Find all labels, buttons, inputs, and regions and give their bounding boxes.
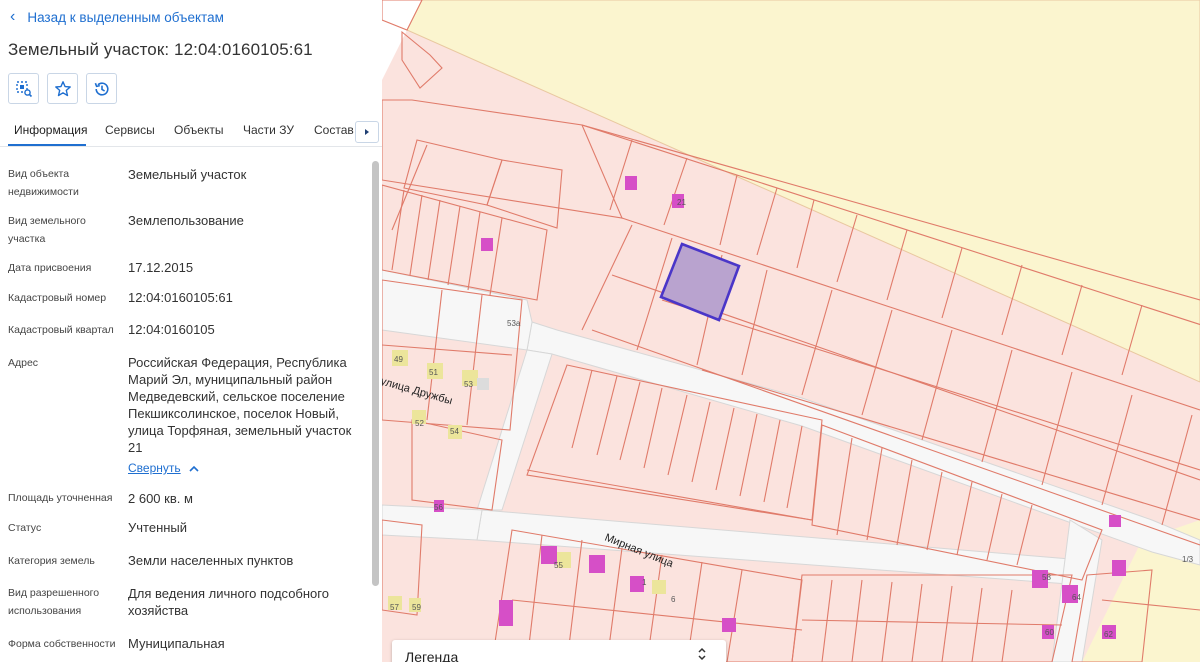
attr-label-area: Площадь уточненная — [8, 492, 113, 504]
toolbar — [8, 73, 117, 104]
svg-text:58: 58 — [1042, 573, 1051, 582]
object-info-panel: ‹ Назад к выделенным объектам Земельный … — [0, 0, 382, 662]
svg-text:56: 56 — [434, 503, 443, 512]
history-button[interactable] — [86, 73, 117, 104]
attr-value-parcel-type: Землепользование — [128, 213, 244, 228]
legend-panel[interactable]: Легенда — [392, 640, 726, 662]
star-icon — [54, 80, 71, 96]
favorite-button[interactable] — [47, 73, 78, 104]
back-to-selected-link[interactable]: ‹ Назад к выделенным объектам — [10, 9, 224, 25]
svg-text:52: 52 — [415, 419, 424, 428]
attr-value-permitted-use: Для ведения личного подсобного хозяйства — [128, 586, 329, 618]
tab-objects[interactable]: Объекты — [174, 123, 224, 137]
svg-text:60: 60 — [1045, 628, 1054, 637]
collapse-label: Свернуть — [128, 461, 181, 475]
attr-value-ownership: Муниципальная — [128, 636, 225, 651]
svg-text:53: 53 — [464, 380, 473, 389]
attr-label-land-category: Категория земель — [8, 555, 95, 567]
attr-value-address: Российская Федерация, Республика Марий Э… — [128, 355, 352, 455]
attr-label-object-type: Вид объекта недвижимости — [8, 168, 79, 198]
attr-label-status: Статус — [8, 522, 42, 534]
tab-services[interactable]: Сервисы — [105, 123, 155, 137]
area-search-icon — [15, 80, 32, 97]
legend-title: Легенда — [405, 649, 459, 662]
tab-composition[interactable]: Состав — [314, 123, 354, 137]
history-icon — [94, 81, 109, 96]
svg-text:49: 49 — [394, 355, 403, 364]
attr-label-permitted-use: Вид разрешенного использования — [8, 587, 100, 617]
svg-text:64: 64 — [1072, 593, 1081, 602]
attr-label-ownership: Форма собственности — [8, 638, 116, 650]
page-title: Земельный участок: 12:04:0160105:61 — [8, 40, 313, 59]
attr-label-parcel-type: Вид земельного участка — [8, 215, 86, 245]
caret-right-icon — [365, 129, 369, 135]
back-link-label: Назад к выделенным объектам — [27, 9, 224, 25]
scrollbar-thumb[interactable] — [372, 161, 379, 586]
attr-value-object-type: Земельный участок — [128, 167, 247, 182]
tab-bar: Информация Сервисы Объекты Части ЗУ Сост… — [0, 117, 382, 147]
active-tab-indicator — [8, 144, 86, 146]
svg-text:57: 57 — [390, 603, 399, 612]
svg-text:51: 51 — [429, 368, 438, 377]
svg-text:54: 54 — [450, 427, 459, 436]
tabs-scroll-right-button[interactable] — [355, 121, 379, 143]
attr-value-area: 2 600 кв. м — [128, 491, 193, 506]
attr-value-assign-date: 17.12.2015 — [128, 260, 194, 275]
legend-expand-toggle[interactable] — [697, 647, 707, 662]
attr-value-land-category: Земли населенных пунктов — [128, 553, 294, 568]
tab-parcel-parts[interactable]: Части ЗУ — [243, 123, 294, 137]
area-search-button[interactable] — [8, 73, 39, 104]
collapse-address-link[interactable]: Свернуть — [128, 461, 199, 475]
svg-text:21: 21 — [677, 198, 686, 207]
attr-label-cadastral-number: Кадастровый номер — [8, 292, 107, 304]
svg-text:1: 1 — [642, 578, 647, 587]
attr-value-cadastral-number: 12:04:0160105:61 — [128, 290, 233, 305]
svg-text:6: 6 — [671, 595, 676, 604]
svg-text:1/3: 1/3 — [1182, 555, 1194, 564]
svg-text:62: 62 — [1104, 630, 1113, 639]
cadastral-map[interactable]: 21 53а 49 51 53 52 54 56 55 57 59 1 6 58… — [382, 0, 1200, 662]
chevron-up-icon — [189, 465, 199, 472]
svg-text:59: 59 — [412, 603, 421, 612]
attr-label-assign-date: Дата присвоения — [8, 262, 92, 274]
tab-information[interactable]: Информация — [14, 123, 87, 137]
map-canvas[interactable]: 21 53а 49 51 53 52 54 56 55 57 59 1 6 58… — [382, 0, 1200, 662]
svg-text:53а: 53а — [507, 319, 521, 328]
chevron-left-icon: ‹ — [10, 8, 16, 25]
attr-label-address: Адрес — [8, 357, 39, 369]
attr-value-status: Учтенный — [128, 520, 188, 535]
chevron-updown-icon — [698, 647, 706, 661]
svg-text:55: 55 — [554, 561, 563, 570]
attr-label-cadastral-quarter: Кадастровый квартал — [8, 324, 114, 336]
attr-value-cadastral-quarter: 12:04:0160105 — [128, 322, 215, 337]
